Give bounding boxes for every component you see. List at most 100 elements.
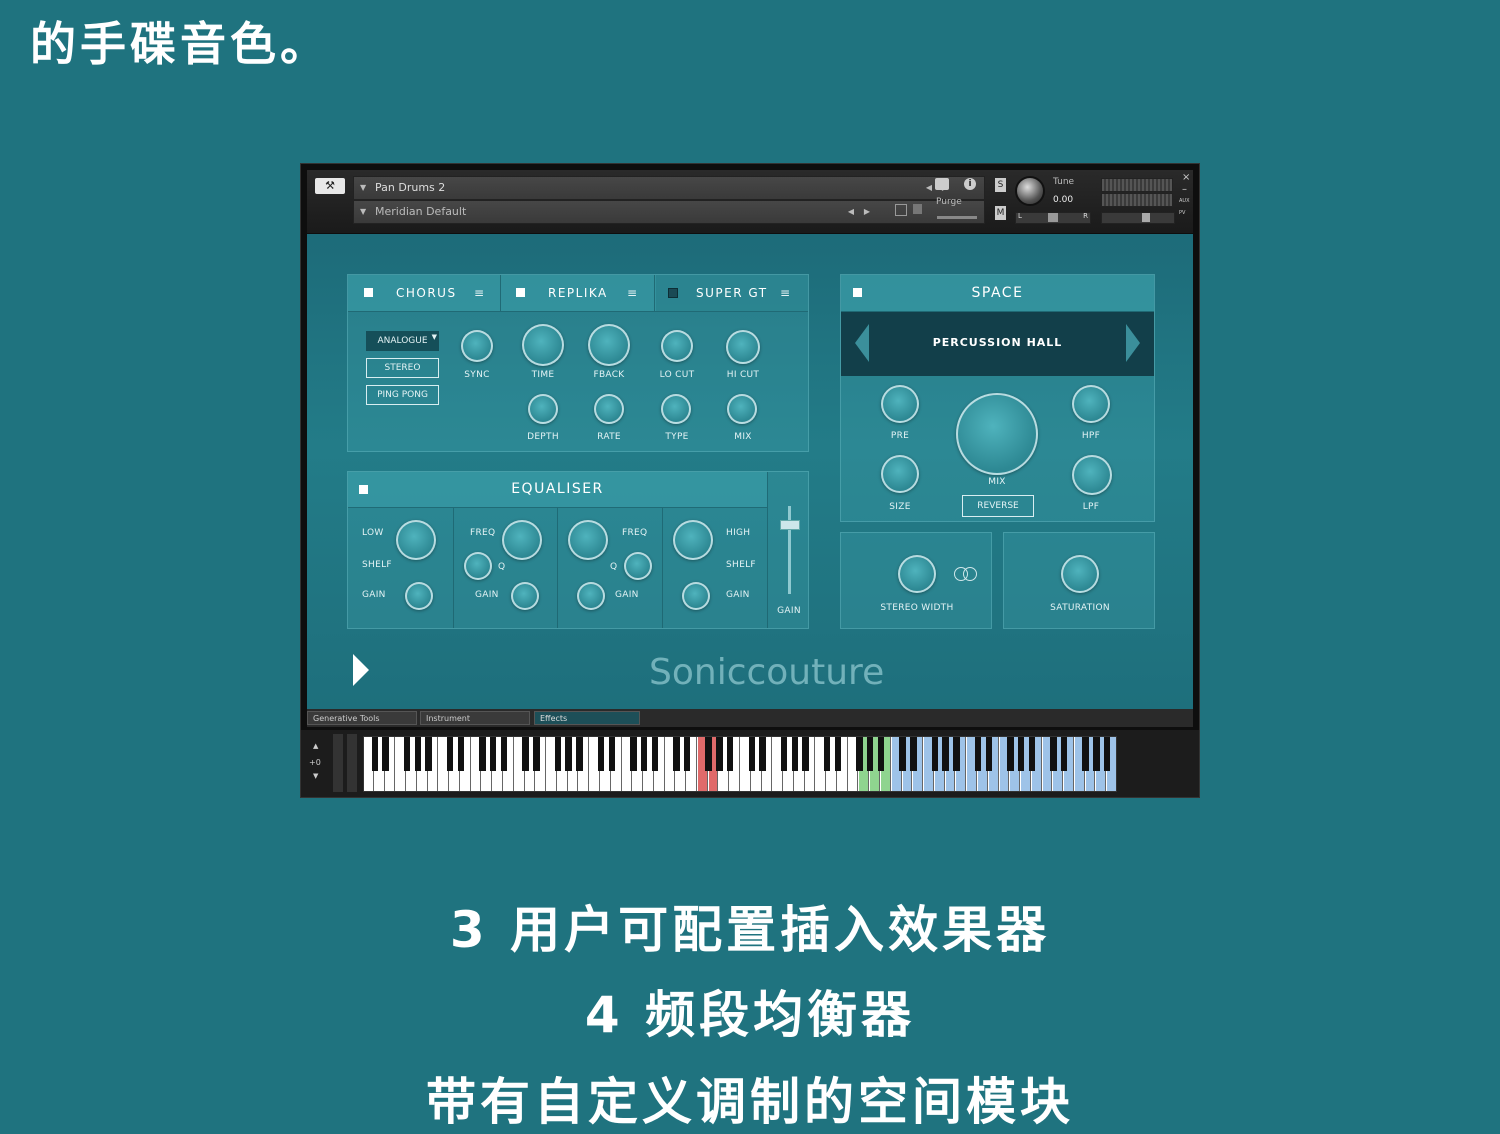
black-key[interactable] (446, 737, 454, 771)
pitch-wheel[interactable] (333, 734, 343, 792)
replika-enable-toggle[interactable] (516, 288, 525, 297)
black-key[interactable] (490, 737, 497, 771)
black-key[interactable] (1007, 737, 1014, 771)
next-preset-icon[interactable] (1126, 324, 1140, 362)
black-key[interactable] (910, 737, 917, 771)
hpf-knob[interactable] (1072, 385, 1110, 423)
eq-band2-gain-knob[interactable] (511, 582, 539, 610)
time-knob[interactable] (522, 324, 564, 366)
chorus-enable-toggle[interactable] (364, 288, 373, 297)
black-key[interactable] (931, 737, 939, 771)
black-key[interactable] (640, 737, 648, 771)
chorus-menu-icon[interactable]: ≡ (474, 275, 486, 311)
black-key[interactable] (1093, 737, 1100, 771)
depth-knob[interactable] (528, 394, 558, 424)
black-key[interactable] (371, 737, 378, 771)
eq-high-freq-knob[interactable] (673, 520, 713, 560)
black-key[interactable] (608, 737, 615, 771)
chevron-down-icon[interactable]: ▼ (360, 177, 366, 199)
black-key[interactable] (802, 737, 809, 771)
black-key[interactable] (1017, 737, 1025, 771)
black-key[interactable] (683, 737, 691, 771)
black-key[interactable] (791, 737, 799, 771)
black-key[interactable] (576, 737, 583, 771)
black-key[interactable] (382, 737, 389, 771)
play-icon[interactable] (353, 654, 369, 686)
black-key[interactable] (985, 737, 992, 771)
volume-handle[interactable] (1142, 213, 1150, 222)
mode-select[interactable]: ANALOGUE ▼ (366, 331, 439, 351)
eq-band2-freq-knob[interactable] (502, 520, 542, 560)
sync-knob[interactable] (461, 330, 493, 362)
purge-button[interactable]: Purge (936, 197, 962, 207)
rate-knob[interactable] (594, 394, 624, 424)
mod-wheel[interactable] (347, 734, 357, 792)
super-gt-menu-icon[interactable]: ≡ (780, 275, 792, 311)
replika-menu-icon[interactable]: ≡ (627, 275, 639, 311)
mute-button[interactable]: M (995, 206, 1006, 220)
black-key[interactable] (974, 737, 982, 771)
black-key[interactable] (403, 737, 411, 771)
tab-generative-tools[interactable]: Generative Tools (307, 711, 417, 725)
solo-button[interactable]: S (995, 178, 1006, 192)
eq-low-gain-knob[interactable] (405, 582, 433, 610)
eq-band3-q-knob[interactable] (624, 552, 652, 580)
stereo-button[interactable]: STEREO (366, 358, 439, 378)
info-icon[interactable]: i (964, 178, 976, 190)
close-icon[interactable]: × (1182, 172, 1190, 183)
aux-label[interactable]: AUX (1179, 198, 1190, 204)
tune-knob[interactable] (1015, 176, 1045, 206)
black-key[interactable] (1028, 737, 1036, 771)
black-key[interactable] (1082, 737, 1089, 771)
black-key[interactable] (414, 737, 422, 771)
eq-band3-gain-knob[interactable] (577, 582, 605, 610)
instrument-name-field[interactable]: ▼ Pan Drums 2 ◀ ▶ (353, 176, 985, 200)
black-key[interactable] (1060, 737, 1068, 771)
space-preset-name[interactable]: PERCUSSION HALL (841, 336, 1154, 349)
black-key[interactable] (425, 737, 432, 771)
lo-cut-knob[interactable] (661, 330, 693, 362)
black-key[interactable] (899, 737, 906, 771)
eq-gain-fader-handle[interactable] (780, 520, 800, 530)
black-key[interactable] (533, 737, 540, 771)
super-gt-enable-toggle[interactable] (668, 288, 678, 298)
black-key[interactable] (651, 737, 659, 771)
black-key[interactable] (457, 737, 465, 771)
size-knob[interactable] (881, 455, 919, 493)
eq-high-gain-knob[interactable] (682, 582, 710, 610)
lpf-knob[interactable] (1072, 455, 1112, 495)
ping-pong-button[interactable]: PING PONG (366, 385, 439, 405)
black-key[interactable] (500, 737, 508, 771)
pan-slider[interactable]: L R (1015, 212, 1091, 224)
octave-down-icon[interactable]: ▼ (313, 772, 318, 780)
black-key[interactable] (759, 737, 766, 771)
black-key[interactable] (673, 737, 680, 771)
black-key[interactable] (597, 737, 605, 771)
saturation-knob[interactable] (1061, 555, 1099, 593)
tab-chorus[interactable]: CHORUS ≡ (348, 275, 501, 311)
minimize-icon[interactable]: – (1182, 184, 1187, 195)
piano-keyboard[interactable] (363, 736, 1117, 792)
black-key[interactable] (877, 737, 885, 771)
black-key[interactable] (726, 737, 734, 771)
volume-slider[interactable] (1101, 212, 1175, 224)
snapshot-field[interactable]: ▼ Meridian Default ◀ ▶ (353, 200, 985, 224)
black-key[interactable] (780, 737, 788, 771)
fback-knob[interactable] (588, 324, 630, 366)
camera-icon[interactable] (935, 178, 949, 190)
mix-knob[interactable] (727, 394, 757, 424)
black-key[interactable] (705, 737, 712, 771)
black-key[interactable] (630, 737, 637, 771)
octave-up-icon[interactable]: ▲ (313, 742, 318, 750)
black-key[interactable] (748, 737, 755, 771)
pv-label[interactable]: PV (1179, 210, 1185, 216)
prev-snapshot-icon[interactable]: ◀ (848, 201, 854, 223)
black-key[interactable] (1050, 737, 1057, 771)
tab-replika[interactable]: REPLIKA ≡ (502, 275, 655, 311)
prev-instrument-icon[interactable]: ◀ (926, 177, 932, 199)
black-key[interactable] (856, 737, 863, 771)
tab-super-gt[interactable]: SUPER GT ≡ (656, 275, 808, 311)
eq-band2-q-knob[interactable] (464, 552, 492, 580)
black-key[interactable] (867, 737, 874, 771)
black-key[interactable] (1103, 737, 1111, 771)
